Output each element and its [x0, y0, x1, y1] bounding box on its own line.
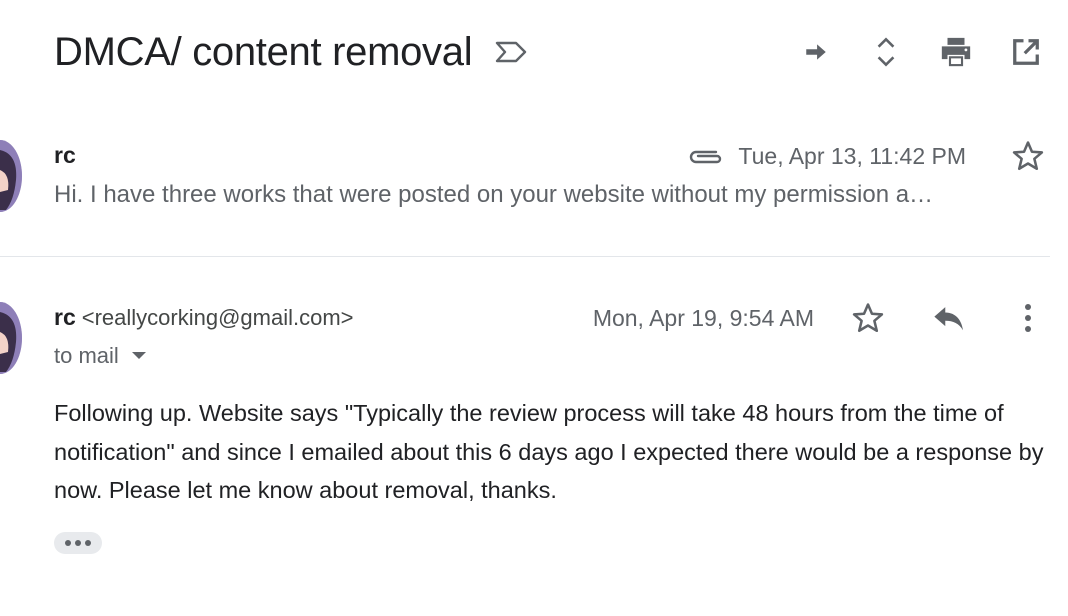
message-body: Following up. Website says "Typically th…: [54, 394, 1044, 510]
message-sender-name: rc: [54, 304, 76, 330]
thread-toolbar: [768, 30, 1048, 74]
message-sender-email: <reallycorking@gmail.com>: [81, 305, 354, 330]
star-icon[interactable]: [1008, 136, 1048, 176]
email-thread-view: DMCA/ content removal rc Tue, Apr 13, 11…: [0, 0, 1068, 616]
open-in-new-window-icon[interactable]: [1004, 30, 1048, 74]
message-snippet[interactable]: Hi. I have three works that were posted …: [54, 181, 1044, 209]
forward-arrow-icon[interactable]: [794, 30, 838, 74]
dot-icon: [65, 540, 71, 546]
attachment-icon: [686, 144, 726, 168]
show-trimmed-content-button[interactable]: [54, 532, 102, 554]
message-date: Mon, Apr 19, 9:54 AM: [592, 304, 814, 331]
recipients-toggle[interactable]: to mail: [54, 343, 147, 369]
dot-icon: [85, 540, 91, 546]
sender-avatar: [0, 302, 22, 374]
sender-avatar: [0, 140, 22, 212]
reply-icon[interactable]: [928, 298, 968, 338]
dot-icon: [75, 540, 81, 546]
important-marker-icon[interactable]: [494, 40, 528, 64]
message-divider: [0, 256, 1050, 257]
message-date: Tue, Apr 13, 11:42 PM: [738, 142, 966, 169]
recipients-label: to mail: [54, 343, 119, 368]
print-icon[interactable]: [934, 30, 978, 74]
message-meta: Tue, Apr 13, 11:42 PM: [686, 140, 1048, 172]
message-sender: rc <reallycorking@gmail.com>: [54, 304, 354, 331]
message-sender-name: rc: [54, 142, 76, 168]
message-meta: Mon, Apr 19, 9:54 AM: [593, 300, 1048, 336]
chevron-down-icon: [131, 351, 147, 361]
thread-subject: DMCA/ content removal: [54, 29, 473, 74]
message-body-text: Following up. Website says "Typically th…: [54, 400, 1044, 503]
expand-collapse-icon[interactable]: [864, 30, 908, 74]
star-icon[interactable]: [848, 298, 888, 338]
more-options-icon[interactable]: [1008, 298, 1048, 338]
